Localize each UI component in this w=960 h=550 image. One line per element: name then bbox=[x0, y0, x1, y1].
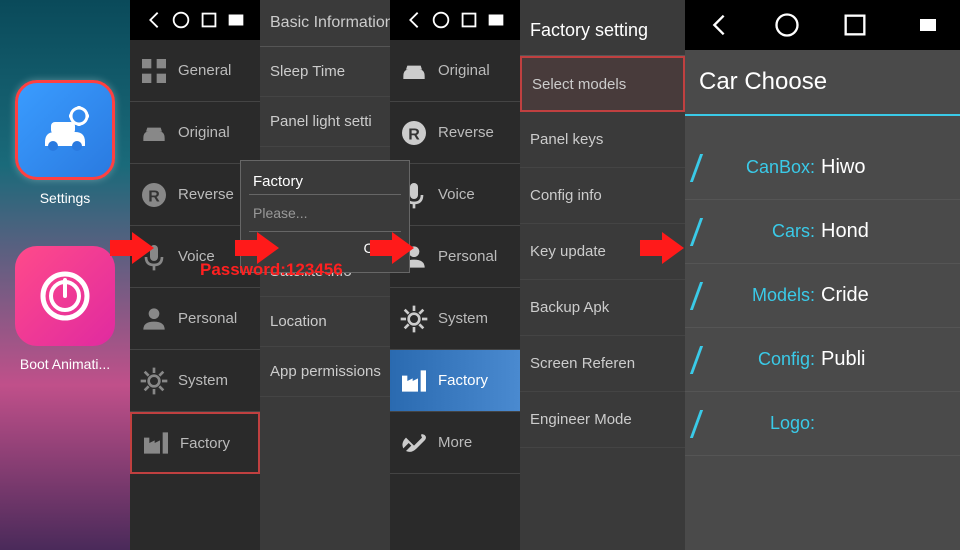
car-icon bbox=[398, 55, 430, 87]
settings-menu-2: Original R Reverse Voice Personal System… bbox=[390, 0, 520, 550]
dialog-title: Factory bbox=[249, 169, 401, 195]
menu-system[interactable]: System bbox=[130, 350, 260, 412]
row-config[interactable]: Config: Publi bbox=[685, 328, 960, 392]
app-settings[interactable] bbox=[15, 80, 115, 180]
page-title: Car Choose bbox=[685, 50, 960, 116]
password-input[interactable]: Please... bbox=[249, 195, 401, 232]
status-bar bbox=[685, 0, 960, 50]
car-icon bbox=[138, 117, 170, 149]
row-models[interactable]: Models: Cride bbox=[685, 264, 960, 328]
home-icon bbox=[430, 9, 452, 31]
item-engineer-mode[interactable]: Engineer Mode bbox=[520, 392, 685, 448]
menu-system[interactable]: System bbox=[390, 288, 520, 350]
home-icon bbox=[170, 9, 192, 31]
item-config-info[interactable]: Config info bbox=[520, 168, 685, 224]
factory-settings-panel: Factory setting Select models Panel keys… bbox=[520, 0, 685, 550]
wrench-icon bbox=[398, 427, 430, 459]
arrow-step-4 bbox=[640, 230, 684, 266]
item-permissions[interactable]: App permissions bbox=[260, 347, 390, 397]
status-bar bbox=[390, 0, 520, 40]
back-icon bbox=[403, 9, 425, 31]
row-logo[interactable]: Logo: bbox=[685, 392, 960, 456]
home-icon bbox=[773, 11, 801, 39]
arrow-step-3 bbox=[370, 230, 414, 266]
menu-factory[interactable]: Factory bbox=[390, 350, 520, 412]
item-screen-ref[interactable]: Screen Referen bbox=[520, 336, 685, 392]
gear-icon bbox=[138, 365, 170, 397]
arrow-step-2 bbox=[235, 230, 279, 266]
menu-general[interactable]: General bbox=[130, 40, 260, 102]
person-icon bbox=[138, 303, 170, 335]
status-bar bbox=[130, 0, 260, 40]
svg-text:R: R bbox=[408, 126, 420, 143]
app-boot-label: Boot Animati... bbox=[0, 356, 130, 372]
back-icon bbox=[143, 9, 165, 31]
image-icon bbox=[485, 9, 507, 31]
home-screen: Settings Boot Animati... bbox=[0, 0, 130, 550]
section-title: Basic Information bbox=[260, 0, 390, 47]
reverse-icon: R bbox=[398, 117, 430, 149]
app-boot-animation[interactable] bbox=[15, 246, 115, 346]
section-title: Factory setting bbox=[520, 0, 685, 56]
recent-icon bbox=[841, 11, 869, 39]
menu-more[interactable]: More bbox=[390, 412, 520, 474]
app-settings-label: Settings bbox=[0, 190, 130, 206]
recent-icon bbox=[198, 9, 220, 31]
gear-icon bbox=[398, 303, 430, 335]
menu-original[interactable]: Original bbox=[390, 40, 520, 102]
item-sleep-time[interactable]: Sleep Time bbox=[260, 47, 390, 97]
menu-factory[interactable]: Factory bbox=[130, 412, 260, 474]
arrow-step-1 bbox=[110, 230, 154, 266]
item-backup-apk[interactable]: Backup Apk bbox=[520, 280, 685, 336]
svg-text:R: R bbox=[148, 188, 160, 205]
back-icon bbox=[705, 11, 733, 39]
settings-menu: General Original R Reverse Voice Persona… bbox=[130, 0, 260, 550]
menu-reverse[interactable]: R Reverse bbox=[390, 102, 520, 164]
row-canbox[interactable]: CanBox: Hiwo bbox=[685, 136, 960, 200]
image-icon bbox=[916, 13, 940, 37]
menu-original[interactable]: Original bbox=[130, 102, 260, 164]
row-cars[interactable]: Cars: Hond bbox=[685, 200, 960, 264]
item-location[interactable]: Location bbox=[260, 297, 390, 347]
factory-icon bbox=[398, 365, 430, 397]
recent-icon bbox=[458, 9, 480, 31]
car-choose-panel: Car Choose CanBox: Hiwo Cars: Hond Model… bbox=[685, 0, 960, 550]
item-panel-light[interactable]: Panel light setti bbox=[260, 97, 390, 147]
menu-personal[interactable]: Personal bbox=[130, 288, 260, 350]
reverse-icon: R bbox=[138, 179, 170, 211]
item-select-models[interactable]: Select models bbox=[520, 56, 685, 112]
image-icon bbox=[225, 9, 247, 31]
grid-icon bbox=[138, 55, 170, 87]
factory-icon bbox=[140, 427, 172, 459]
item-panel-keys[interactable]: Panel keys bbox=[520, 112, 685, 168]
